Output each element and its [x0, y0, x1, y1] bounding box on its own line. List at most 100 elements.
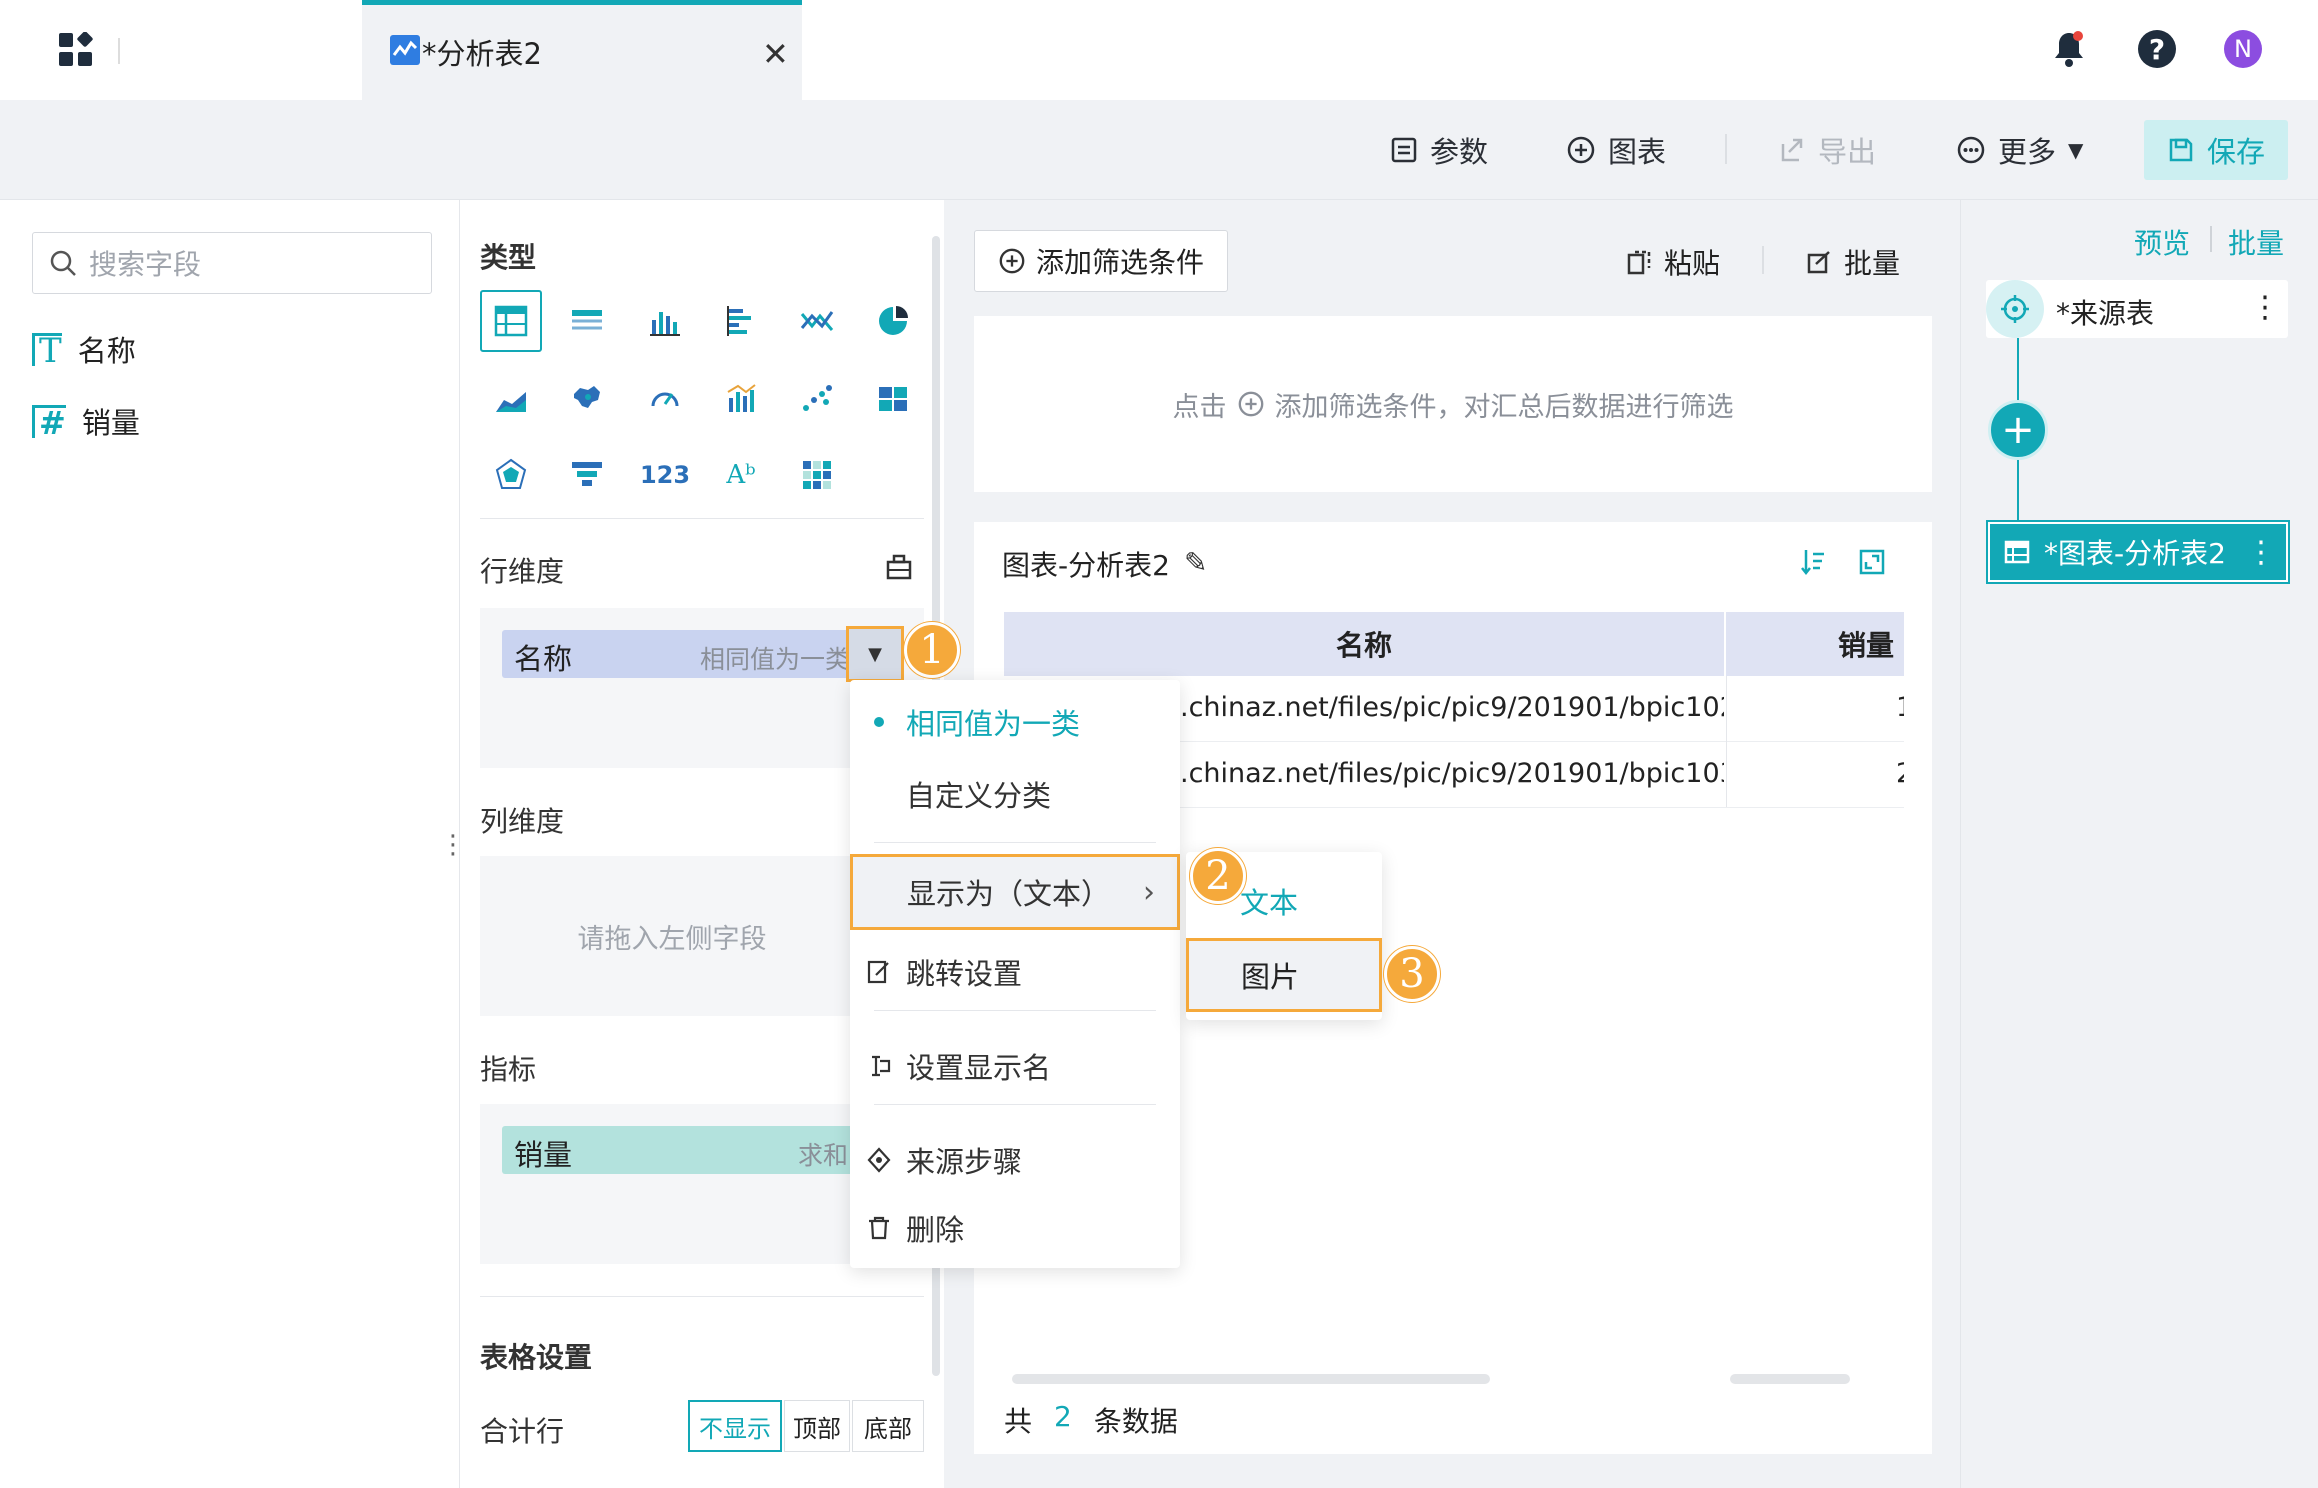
plus-circle-icon	[999, 248, 1025, 274]
tab-title: *分析表2	[422, 37, 542, 71]
params-button[interactable]: 参数	[1390, 128, 1488, 172]
top-bar: *分析表2 ✕ ? N	[0, 0, 2318, 100]
menu-item-label: 相同值为一类	[906, 707, 1081, 741]
chart-title: 图表-分析表2	[1002, 549, 1170, 582]
submenu-item-text[interactable]: 文本	[1240, 880, 1298, 922]
save-label: 保存	[2206, 135, 2265, 169]
caret-down-icon: ▼	[2068, 138, 2084, 162]
menu-item-source-step[interactable]: 来源步骤	[850, 1130, 1180, 1190]
apps-grid-icon[interactable]	[58, 31, 94, 68]
number-field-icon: #	[32, 404, 66, 439]
row-count-prefix: 共	[1004, 1405, 1033, 1438]
metric-pill-sub: 求和	[798, 1141, 849, 1170]
batch-button[interactable]: 批量	[1806, 242, 1900, 282]
column-chart-icon[interactable]	[634, 290, 696, 352]
more-button[interactable]: 更多 ▼	[1956, 128, 2083, 172]
batch-link[interactable]: 批量	[2228, 222, 2284, 262]
cell-value: 1	[1896, 692, 1904, 723]
tab-analysis-sheet[interactable]: *分析表2 ✕	[362, 0, 802, 100]
field-item-sales[interactable]: # 销量	[32, 398, 140, 444]
field-item-name[interactable]: T 名称	[32, 326, 136, 372]
row-count-suffix: 条数据	[1093, 1405, 1178, 1438]
node-menu-icon[interactable]: ⋮	[2246, 535, 2276, 570]
add-filter-button[interactable]: 添加筛选条件	[974, 230, 1228, 292]
resize-handle[interactable]: ⋮	[440, 830, 466, 860]
export-button[interactable]: 导出	[1778, 128, 1876, 172]
menu-item-label: 跳转设置	[906, 957, 1023, 991]
clear-icon[interactable]	[884, 552, 914, 582]
column-header-sales[interactable]: 销量	[1728, 612, 1904, 676]
row-pill-dropdown-button[interactable]: ▼	[846, 626, 904, 682]
menu-item-delete[interactable]: 删除	[850, 1198, 1180, 1258]
close-icon[interactable]: ✕	[762, 35, 789, 73]
combo-chart-icon[interactable]	[710, 368, 772, 430]
preview-link[interactable]: 预览	[2134, 222, 2190, 262]
menu-item-custom-group[interactable]: 自定义分类	[850, 764, 1180, 824]
edit-title-icon[interactable]: ✎	[1184, 546, 1207, 579]
paste-button[interactable]: 粘贴	[1626, 242, 1720, 282]
field-label: 名称	[77, 334, 136, 368]
node-menu-icon[interactable]: ⋮	[2250, 290, 2280, 325]
batch-label: 批量	[1844, 247, 1901, 280]
params-icon	[1391, 137, 1417, 163]
menu-item-label: 设置显示名	[906, 1051, 1052, 1085]
row-dimension-title: 行维度	[480, 555, 565, 588]
save-button[interactable]: 保存	[2144, 120, 2288, 180]
total-row-option-top[interactable]: 顶部	[784, 1400, 850, 1452]
batch-edit-icon	[1807, 251, 1830, 274]
bell-icon[interactable]	[2052, 30, 2086, 68]
divider	[874, 842, 1156, 843]
area-chart-icon[interactable]	[480, 368, 542, 430]
line-chart-icon[interactable]	[786, 290, 848, 352]
horizontal-scrollbar[interactable]	[1730, 1374, 1850, 1384]
detail-table-icon[interactable]	[556, 290, 618, 352]
funnel-chart-icon[interactable]	[556, 444, 618, 506]
horizontal-scrollbar[interactable]	[1012, 1374, 1490, 1384]
menu-item-label: 删除	[906, 1213, 965, 1247]
menu-item-display-name[interactable]: 设置显示名	[850, 1036, 1180, 1096]
total-row-option-hide[interactable]: 不显示	[688, 1400, 782, 1452]
row-pill-label: 名称	[514, 642, 573, 676]
chart-button[interactable]: 图表	[1566, 128, 1666, 172]
selected-dot-icon	[874, 717, 884, 727]
chart-node[interactable]: *图表-分析表2 ⋮	[1986, 520, 2290, 584]
row-pill-sub: 相同值为一类	[700, 645, 851, 674]
submenu-item-image[interactable]: 图片	[1186, 938, 1382, 1012]
divider	[480, 1296, 924, 1297]
menu-item-display-as[interactable]: 显示为（文本） ›	[850, 854, 1180, 930]
column-header-name[interactable]: 名称	[1004, 612, 1726, 676]
radar-chart-icon[interactable]	[480, 444, 542, 506]
avatar[interactable]: N	[2224, 30, 2262, 68]
text-field-icon: T	[32, 332, 62, 368]
sort-icon[interactable]	[1800, 548, 1826, 576]
total-row-label: 合计行	[480, 1415, 565, 1448]
menu-item-jump-settings[interactable]: 跳转设置	[850, 942, 1180, 1002]
kpi-number-icon[interactable]: 123	[634, 444, 696, 506]
filter-drop-area[interactable]: 点击 添加筛选条件，对汇总后数据进行筛选	[974, 316, 1932, 492]
step-badge-2: 2	[1190, 848, 1246, 904]
pie-chart-icon[interactable]	[862, 290, 924, 352]
dashboard-chart-icon[interactable]	[862, 368, 924, 430]
bar-chart-icon[interactable]	[710, 290, 772, 352]
save-icon	[2169, 138, 2193, 162]
scatter-chart-icon[interactable]	[786, 368, 848, 430]
paste-icon	[1627, 250, 1651, 275]
help-icon[interactable]: ?	[2138, 30, 2176, 68]
heatmap-chart-icon[interactable]	[786, 444, 848, 506]
table-chart-icon[interactable]	[480, 290, 542, 352]
search-input[interactable]: 搜索字段	[32, 232, 432, 294]
total-row-option-bottom[interactable]: 底部	[852, 1400, 924, 1452]
cell-name: .chinaz.net/files/pic/pic9/201901/bpic10…	[1180, 758, 1724, 789]
word-cloud-icon[interactable]: Aᵇ	[710, 444, 772, 506]
menu-item-same-value-group[interactable]: 相同值为一类	[850, 692, 1180, 752]
add-step-button[interactable]: +	[1988, 400, 2048, 460]
expand-icon[interactable]	[1858, 548, 1886, 576]
analysis-sheet-icon	[390, 35, 420, 65]
map-chart-icon[interactable]	[556, 368, 618, 430]
field-panel	[0, 200, 460, 1488]
divider	[874, 1010, 1156, 1011]
rename-icon	[872, 1055, 891, 1077]
metric-pill-label: 销量	[514, 1138, 573, 1172]
gauge-chart-icon[interactable]	[634, 368, 696, 430]
drop-zone-placeholder: 请拖入左侧字段	[577, 923, 767, 955]
